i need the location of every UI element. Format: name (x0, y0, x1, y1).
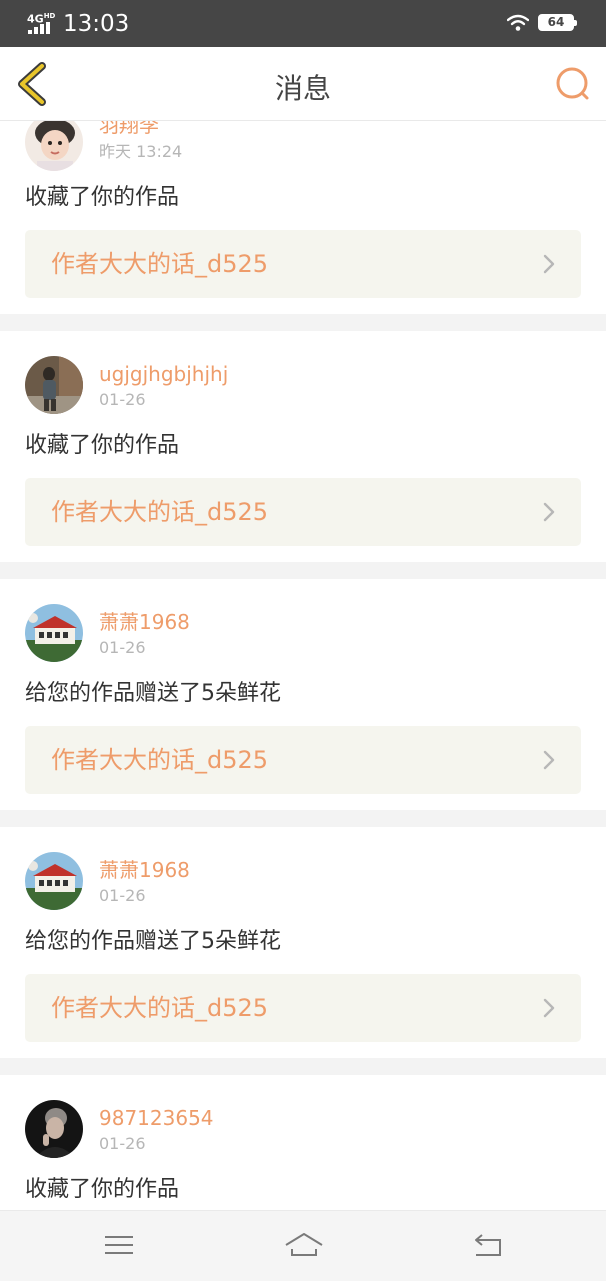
message-time: 01-26 (99, 390, 146, 409)
chevron-right-icon (543, 254, 555, 274)
message-action: 收藏了你的作品 (25, 433, 180, 458)
menu-icon[interactable] (101, 1229, 137, 1261)
message-card: 萧萧1968 01-26 给您的作品赠送了5朵鲜花 作者大大的话_d525 (0, 827, 606, 1058)
work-link[interactable]: 作者大大的话_d525 (25, 974, 581, 1042)
avatar[interactable] (25, 604, 83, 662)
work-link[interactable]: 作者大大的话_d525 (25, 478, 581, 546)
avatar[interactable] (25, 356, 83, 414)
wifi-icon (507, 14, 529, 31)
status-bar: 4GHD 13:03 64 (0, 0, 606, 47)
battery-indicator: 64 (538, 14, 577, 31)
work-link[interactable]: 作者大大的话_d525 (25, 230, 581, 298)
return-icon[interactable] (470, 1229, 506, 1261)
avatar[interactable] (25, 120, 83, 171)
home-icon[interactable] (283, 1229, 325, 1261)
message-action: 收藏了你的作品 (25, 1177, 180, 1202)
signal-icon (28, 22, 54, 34)
username[interactable]: 羽翔李 (99, 120, 159, 137)
divider (0, 810, 606, 827)
message-action: 给您的作品赠送了5朵鲜花 (25, 681, 281, 706)
username[interactable]: ugjgjhgbjhjhj (99, 362, 228, 386)
message-time: 01-26 (99, 1134, 146, 1153)
message-card: 羽翔李 昨天 13:24 收藏了你的作品 作者大大的话_d525 (0, 120, 606, 314)
work-title: 作者大大的话_d525 (51, 498, 269, 526)
username[interactable]: 987123654 (99, 1106, 214, 1130)
status-time: 13:03 (63, 11, 130, 37)
divider (0, 314, 606, 331)
chevron-right-icon (543, 998, 555, 1018)
work-title: 作者大大的话_d525 (51, 746, 269, 774)
message-card: 萧萧1968 01-26 给您的作品赠送了5朵鲜花 作者大大的话_d525 (0, 579, 606, 810)
chevron-right-icon (543, 750, 555, 770)
network-sup-label: HD (43, 12, 56, 20)
app-header: 消息 (0, 47, 606, 121)
divider (0, 562, 606, 579)
avatar[interactable] (25, 1100, 83, 1158)
page-title: 消息 (274, 72, 331, 105)
message-time: 01-26 (99, 638, 146, 657)
username[interactable]: 萧萧1968 (99, 858, 190, 882)
avatar[interactable] (25, 852, 83, 910)
chevron-right-icon (543, 502, 555, 522)
message-time: 01-26 (99, 886, 146, 905)
message-feed[interactable]: 羽翔李 昨天 13:24 收藏了你的作品 作者大大的话_d525 ugjgjhg… (0, 120, 606, 1210)
search-icon[interactable] (552, 65, 592, 103)
message-card: ugjgjhgbjhjhj 01-26 收藏了你的作品 作者大大的话_d525 (0, 331, 606, 562)
work-title: 作者大大的话_d525 (51, 994, 269, 1022)
username[interactable]: 萧萧1968 (99, 610, 190, 634)
system-nav-bar (0, 1210, 606, 1281)
message-time: 昨天 13:24 (99, 142, 183, 161)
work-title: 作者大大的话_d525 (51, 250, 269, 278)
work-link[interactable]: 作者大大的话_d525 (25, 726, 581, 794)
message-action: 收藏了你的作品 (25, 185, 180, 210)
message-action: 给您的作品赠送了5朵鲜花 (25, 929, 281, 954)
message-card: 987123654 01-26 收藏了你的作品 (0, 1075, 606, 1210)
divider (0, 1058, 606, 1075)
